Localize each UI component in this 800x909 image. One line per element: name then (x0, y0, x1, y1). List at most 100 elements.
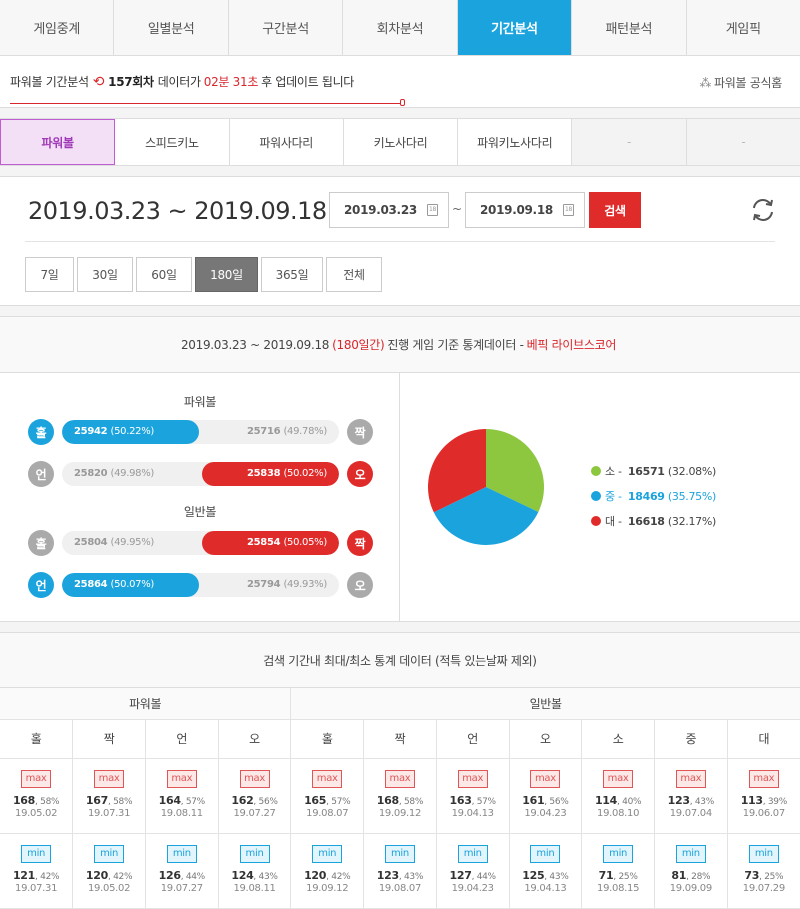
right-count-pct: (50.02%) (283, 468, 327, 479)
min-cell: min 81, 28% 19.09.09 (654, 833, 728, 909)
period-30d-button[interactable]: 30일 (77, 257, 133, 292)
period-7d-button[interactable]: 7일 (25, 257, 74, 292)
end-date-input[interactable]: 2019.09.18 18 (465, 192, 585, 228)
search-button[interactable]: 검색 (589, 192, 641, 228)
min-date: 19.07.27 (160, 882, 203, 894)
tab-pattern-analysis[interactable]: 패턴분석 (572, 0, 687, 55)
stat-row: 홀 25942 (50.22%) 25716 (49.78%) 짝 (28, 419, 373, 445)
legend-small-label: 소 (605, 465, 615, 478)
min-date: 19.07.31 (15, 882, 58, 894)
tab-round-analysis[interactable]: 회차분석 (343, 0, 458, 55)
right-count-pct: (49.78%) (283, 426, 327, 437)
min-count: 127, 44% (437, 869, 509, 882)
legend-medium-pct: (35.75%) (667, 490, 717, 503)
left-count: 25864 (50.07%) (74, 579, 154, 590)
update-info-bar: 파워볼 기간분석 ⟲ 157회차 데이터가 02분 31초 후 업데이트 됩니다… (0, 56, 800, 108)
max-count-value: 167 (85, 793, 108, 807)
tab-period-analysis[interactable]: 기간분석 (457, 0, 573, 55)
max-count-value: 165 (304, 793, 327, 807)
subtab-keno-ladder[interactable]: 키노사다리 (344, 119, 459, 165)
subtab-power-ladder[interactable]: 파워사다리 (230, 119, 344, 165)
min-count: 126, 44% (146, 869, 218, 882)
stats-range: 2019.03.23 ~ 2019.09.18 (180, 337, 330, 352)
legend-small-value: 16571 (627, 465, 665, 478)
ratio-track: 25942 (50.22%) 25716 (49.78%) (62, 420, 339, 444)
selected-range-title: 2019.03.23 ~ 2019.09.18 (28, 197, 327, 225)
max-badge: max (530, 769, 561, 788)
min-date: 19.09.09 (669, 882, 712, 894)
max-badge: max (457, 769, 488, 788)
min-count-pct: , 25% (759, 871, 784, 882)
divider (25, 241, 775, 242)
column-header: 짝 (363, 719, 437, 759)
legend-medium: 중 - 18469 (35.75%) (591, 488, 716, 504)
tab-daily-analysis[interactable]: 일별분석 (114, 0, 229, 55)
subtab-empty-2: - (686, 119, 800, 165)
right-ball-badge: 짝 (347, 530, 373, 556)
min-date: 19.08.11 (233, 882, 276, 894)
right-count-pct: (50.05%) (283, 537, 327, 548)
min-count-value: 120 (85, 868, 108, 882)
max-cell: max 161, 56% 19.04.23 (509, 758, 583, 834)
legend-large-pct: (32.17%) (667, 515, 717, 528)
min-date: 19.09.12 (306, 882, 349, 894)
min-date: 19.04.13 (524, 882, 567, 894)
info-prefix: 파워볼 기간분석 (10, 75, 89, 89)
min-cell: min 127, 44% 19.04.23 (436, 833, 510, 909)
refresh-icon[interactable] (748, 195, 778, 225)
legend-small-pct: (32.08%) (667, 465, 717, 478)
max-count-pct: , 57% (471, 796, 497, 807)
round-number: 157회차 (108, 75, 154, 89)
max-cell: max 164, 57% 19.08.11 (145, 758, 219, 834)
right-count: 25838 (50.02%) (247, 468, 327, 479)
period-60d-button[interactable]: 60일 (136, 257, 192, 292)
start-date-value: 2019.03.23 (344, 203, 417, 217)
period-365d-button[interactable]: 365일 (261, 257, 323, 292)
min-cell: min 123, 43% 19.08.07 (363, 833, 437, 909)
period-all-button[interactable]: 전체 (326, 257, 382, 292)
max-count-pct: , 56% (544, 796, 569, 807)
max-row: max 168, 58% 19.05.02 max 167, 58% 19.07.31 ma… (0, 758, 800, 834)
column-headers: 홀짝언오홀짝언오소중대 (0, 719, 800, 759)
official-homepage-link[interactable]: ⁂ 파워볼 공식홈 (699, 74, 782, 91)
max-cell: max 165, 57% 19.08.07 (290, 758, 365, 834)
min-count-value: 125 (522, 868, 545, 882)
max-count: 165, 57% (291, 794, 363, 807)
subtab-powerball[interactable]: 파워볼 (0, 119, 116, 165)
min-badge: min (384, 844, 415, 863)
max-count-value: 161 (522, 793, 545, 807)
min-count: 125, 43% (510, 869, 582, 882)
legend-medium-value: 18469 (627, 490, 665, 503)
tab-section-analysis[interactable]: 구간분석 (229, 0, 344, 55)
min-cell: min 121, 42% 19.07.31 (0, 833, 74, 909)
max-count-value: 114 (594, 793, 618, 807)
right-ball-badge: 오 (347, 461, 373, 487)
max-date: 19.07.31 (88, 807, 131, 819)
max-date: 19.07.27 (233, 807, 276, 819)
date-search-panel: 2019.03.23 ~ 2019.09.18 2019.03.23 18 ~ … (0, 176, 800, 306)
max-cell: max 168, 58% 19.05.02 (0, 758, 74, 834)
column-header: 언 (436, 719, 510, 759)
start-date-input[interactable]: 2019.03.23 18 (329, 192, 449, 228)
max-date: 19.08.11 (160, 807, 203, 819)
min-count: 123, 43% (364, 869, 436, 882)
max-date: 19.07.04 (669, 807, 712, 819)
max-date: 19.08.10 (597, 807, 640, 819)
subtab-power-keno-ladder[interactable]: 파워키노사다리 (458, 119, 573, 165)
period-180d-button[interactable]: 180일 (195, 257, 258, 292)
info-mid: 데이터가 (157, 75, 201, 89)
tab-game-live[interactable]: 게임중계 (0, 0, 115, 55)
column-header: 홀 (290, 719, 365, 759)
column-header: 대 (727, 719, 800, 759)
legend-dot-medium (591, 491, 601, 501)
min-badge: min (21, 844, 52, 863)
max-count: 164, 57% (146, 794, 218, 807)
subtab-speed-keno[interactable]: 스피드키노 (115, 119, 230, 165)
min-badge: min (748, 844, 779, 863)
max-count-pct: , 58% (107, 796, 133, 807)
max-date: 19.05.02 (15, 807, 58, 819)
tab-game-pick[interactable]: 게임픽 (687, 0, 800, 55)
left-count-pct: (50.22%) (110, 426, 155, 437)
legend-large-label: 대 (605, 515, 615, 528)
min-count: 81, 28% (655, 869, 727, 882)
